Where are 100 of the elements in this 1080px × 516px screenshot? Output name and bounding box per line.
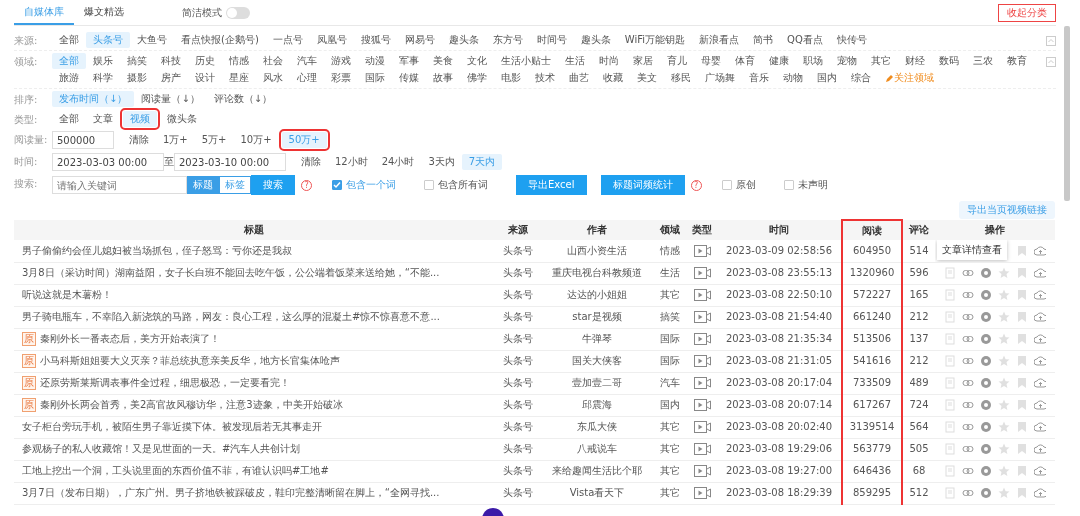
article-title[interactable]: 工地上挖出一个洞，工头说里面的东西价值不菲，有谁认识吗#工地# [22, 465, 329, 476]
filter-option[interactable]: 游戏 [324, 53, 358, 69]
filter-option[interactable]: 三农 [966, 53, 1000, 69]
tab[interactable]: 爆文精选 [74, 0, 134, 25]
author-name[interactable]: 重庆电视台科教频道 [552, 267, 642, 278]
article-title[interactable]: 秦刚外长两会首秀，美2高官故风穆访华，注意3迹象，中美开始破冰 [40, 399, 343, 410]
filter-option[interactable]: 星座 [222, 70, 256, 86]
filter-option[interactable]: 24小时 [374, 154, 422, 170]
filter-option[interactable]: 1万+ [156, 132, 195, 148]
filter-option[interactable]: 国内 [810, 70, 844, 86]
filter-option[interactable]: 技术 [528, 70, 562, 86]
filter-option[interactable]: 母婴 [694, 53, 728, 69]
filter-option[interactable]: 汽车 [290, 53, 324, 69]
article-title[interactable]: 小马科斯姐姐要大义灭亲？菲总统执意亲美反华，地方长官集体呛声 [40, 355, 340, 366]
filter-option[interactable]: 清除 [122, 132, 156, 148]
author-name[interactable]: 邱震海 [582, 399, 612, 410]
filter-option[interactable]: 搞笑 [120, 53, 154, 69]
filter-option[interactable]: 文章 [86, 111, 120, 127]
filter-option[interactable]: 全部 [52, 32, 86, 48]
filter-option[interactable]: 设计 [188, 70, 222, 86]
filter-option[interactable]: 大鱼号 [130, 32, 174, 48]
filter-option[interactable]: 评论数（↓） [206, 91, 280, 107]
filter-option[interactable]: 时间号 [529, 32, 574, 48]
article-title[interactable]: 秦刚外长一番表态后，美方开始表演了！ [40, 333, 220, 344]
filter-option[interactable]: 曲艺 [562, 70, 596, 86]
filter-option[interactable]: 旅游 [52, 70, 86, 86]
article-title[interactable]: 男子骑电瓶车，不幸陷入新浇筑的马路，网友：良心工程，这么厚的混凝土#惊不惊喜意不意... [22, 311, 440, 322]
filter-option[interactable]: 阅读量（↓） [134, 91, 207, 107]
filter-option[interactable]: 风水 [256, 70, 290, 86]
filter-option[interactable]: 动漫 [358, 53, 392, 69]
filter-option[interactable]: 历史 [188, 53, 222, 69]
filter-option[interactable]: 其它 [864, 53, 898, 69]
filter-option[interactable]: 健康 [762, 53, 796, 69]
author-name[interactable]: 八戒说车 [577, 443, 617, 454]
author-name[interactable]: 牛弹琴 [582, 333, 612, 344]
input-field[interactable]: 500000 [52, 131, 114, 149]
filter-option[interactable]: 教育 [1000, 53, 1034, 69]
filter-option[interactable]: 体育 [728, 53, 762, 69]
filter-option[interactable]: 数码 [932, 53, 966, 69]
article-title[interactable]: 还原劳斯莱斯调表事件全过程，细思极恐，一定要看完！ [40, 377, 290, 388]
filter-option[interactable]: 情感 [222, 53, 256, 69]
filter-option[interactable]: 生活 [558, 53, 592, 69]
filter-option[interactable]: 摄影 [120, 70, 154, 86]
date-field[interactable]: 2023-03-10 00:00 [174, 153, 286, 171]
filter-option[interactable]: 故事 [426, 70, 460, 86]
filter-option[interactable]: 凤凰号 [309, 32, 354, 48]
filter-option[interactable]: 快传号 [829, 32, 874, 48]
filter-option[interactable]: 趣头条 [441, 32, 486, 48]
filter-option[interactable]: 美文 [630, 70, 664, 86]
filter-option[interactable]: 社会 [256, 53, 290, 69]
filter-option[interactable]: 育儿 [660, 53, 694, 69]
article-title[interactable]: 参观杨子的私人收藏馆！又是见世面的一天。#汽车人共创计划 [22, 443, 301, 454]
author-name[interactable]: 达达的小姐姐 [567, 289, 627, 300]
filter-option[interactable]: 国际 [358, 70, 392, 86]
filter-option[interactable]: 10万+ [233, 132, 279, 148]
filter-option[interactable]: WiFi万能钥匙 [617, 32, 693, 48]
filter-option[interactable]: 3天内 [421, 154, 462, 170]
filter-option[interactable]: 动物 [776, 70, 810, 86]
author-name[interactable]: 国关大侠客 [572, 355, 622, 366]
filter-option[interactable]: 移民 [664, 70, 698, 86]
filter-option[interactable]: 职场 [796, 53, 830, 69]
filter-option[interactable]: 看点快报(企鹅号) [174, 32, 266, 48]
author-name[interactable]: 壹加壹二哥 [572, 377, 622, 388]
search-field[interactable]: 请输入关键词 [52, 176, 187, 194]
filter-option[interactable]: 文化 [460, 53, 494, 69]
filter-option[interactable]: 时尚 [592, 53, 626, 69]
author-name[interactable]: 东瓜大侠 [577, 421, 617, 432]
filter-option[interactable]: 新浪看点 [692, 32, 747, 48]
filter-option[interactable]: 彩票 [324, 70, 358, 86]
collapse-button[interactable]: 收起分类 [998, 3, 1056, 22]
author-name[interactable]: 山西小资生活 [567, 244, 627, 256]
filter-option[interactable]: 简书 [746, 32, 781, 48]
author-name[interactable]: Vista看天下 [569, 487, 625, 498]
filter-option[interactable]: 音乐 [742, 70, 776, 86]
filter-option[interactable]: 清除 [294, 154, 328, 170]
filter-option[interactable]: 综合 [844, 70, 878, 86]
author-name[interactable]: 来给趣闻生活比个耶 [552, 465, 642, 476]
filter-option[interactable]: 心理 [290, 70, 324, 86]
filter-option[interactable]: 家居 [626, 53, 660, 69]
filter-option[interactable]: 收藏 [596, 70, 630, 86]
filter-option[interactable]: 军事 [392, 53, 426, 69]
article-title[interactable]: 3月7日（发布日期），广东广州。男子挤地铁被踩破皮，鞋印完整清晰留在脚上，“全网寻找... [22, 487, 440, 498]
filter-option[interactable]: 12小时 [328, 154, 375, 170]
filter-option[interactable]: 搜狐号 [353, 32, 398, 48]
filter-option[interactable]: 广场舞 [698, 70, 742, 86]
date-field[interactable]: 2023-03-03 00:00 [52, 153, 164, 171]
article-title[interactable]: 男子偷偷约会侄儿媳妇被当场抓包，侄子怒骂：亏你还是我叔 [22, 244, 292, 256]
filter-option[interactable]: 微头条 [160, 111, 204, 127]
filter-option[interactable]: 房产 [154, 70, 188, 86]
filter-option[interactable]: 全部 [52, 111, 86, 127]
filter-option[interactable]: 趣头条 [573, 32, 618, 48]
filter-option[interactable]: 财经 [898, 53, 932, 69]
filter-option[interactable]: 网易号 [397, 32, 442, 48]
filter-option[interactable]: 宠物 [830, 53, 864, 69]
filter-option[interactable]: 科技 [154, 53, 188, 69]
article-title[interactable]: 女子柜台旁玩手机，被陌生男子靠近摸下体。被发现后若无其事走开 [22, 421, 322, 432]
author-name[interactable]: star是视频 [572, 311, 622, 322]
filter-option[interactable]: 生活小贴士 [494, 53, 558, 69]
filter-option[interactable]: 电影 [494, 70, 528, 86]
article-title[interactable]: 3月8日（采访时间）湖南益阳，女子长白班不能回去吃午饭，公公端着饭菜来送给她，“不能... [22, 267, 440, 278]
